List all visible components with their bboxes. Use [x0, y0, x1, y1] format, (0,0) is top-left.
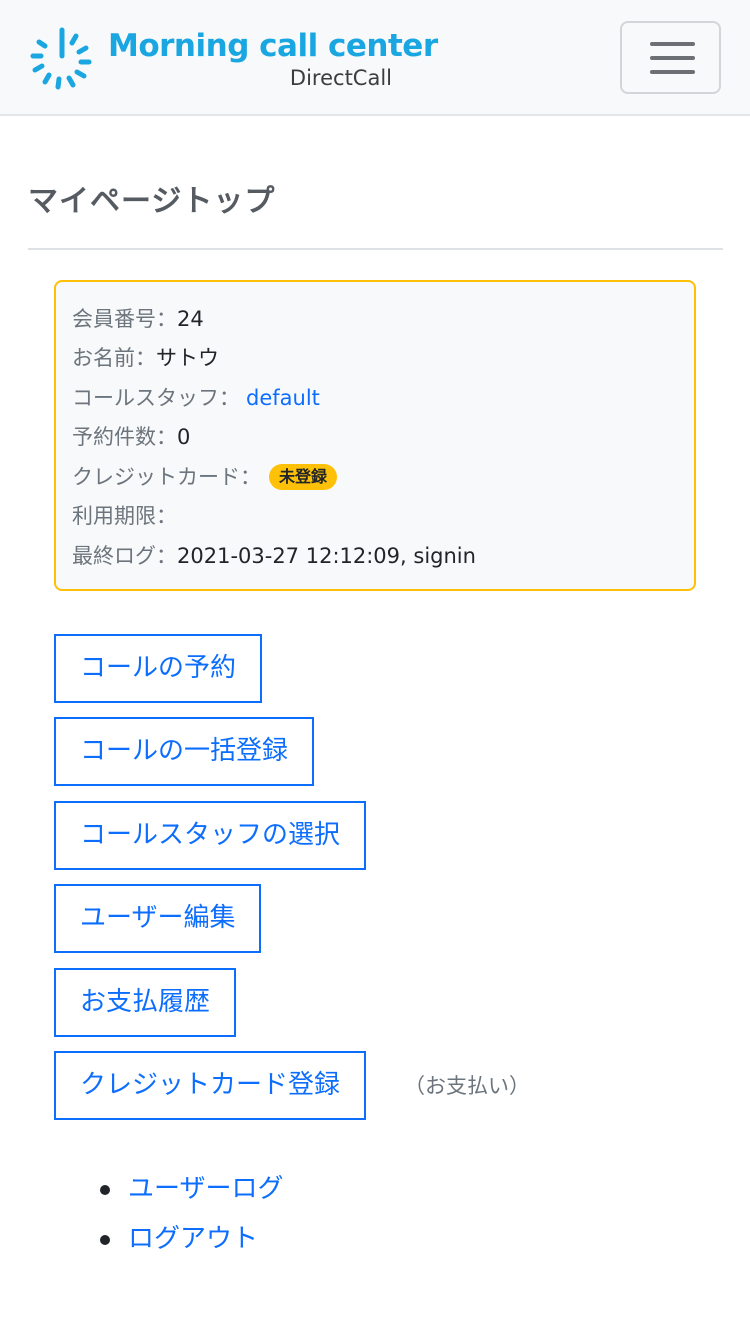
payment-history-button[interactable]: お支払履歴 — [54, 968, 237, 1037]
bullet-icon — [100, 1185, 110, 1195]
member-number-row: 会員番号：24 — [72, 304, 204, 334]
name-label: お名前： — [72, 346, 156, 370]
call-staff-row: コールスタッフ： default — [72, 383, 320, 413]
hamburger-menu-icon — [650, 42, 695, 46]
payment-note: （お支払い） — [404, 1074, 530, 1098]
logo-title: Morning call center — [108, 28, 438, 64]
account-info-card: 会員番号：24 お名前：サトウ コールスタッフ： default 予約件数：0 ク… — [54, 280, 696, 591]
card-status-badge: 未登録 — [269, 464, 338, 490]
name-value: サトウ — [156, 346, 219, 370]
reservation-count-value: 0 — [177, 425, 191, 449]
member-number-label: 会員番号： — [72, 307, 177, 331]
footer-links-list: ユーザーログ ログアウト — [100, 1166, 283, 1266]
title-divider — [28, 248, 723, 250]
bulk-register-call-button[interactable]: コールの一括登録 — [54, 717, 315, 786]
clock-sunburst-icon — [30, 27, 92, 90]
navbar: Morning call center DirectCall — [0, 0, 750, 116]
hamburger-bar — [650, 56, 695, 60]
list-item: ユーザーログ — [100, 1166, 283, 1216]
credit-card-label: クレジットカード： — [72, 465, 261, 489]
hamburger-bar — [650, 70, 695, 74]
page-title: マイページトップ — [28, 184, 276, 219]
reservation-count-label: 予約件数： — [72, 425, 177, 449]
brand-logo[interactable]: Morning call center DirectCall — [28, 24, 438, 94]
credit-card-row: クレジットカード： 未登録 — [72, 462, 338, 492]
menu-toggle-button[interactable] — [620, 21, 721, 94]
last-log-row: 最終ログ：2021-03-27 12:12:09, signin — [72, 541, 476, 571]
list-item: ログアウト — [100, 1216, 283, 1266]
last-log-label: 最終ログ： — [72, 544, 177, 568]
reservation-count-row: 予約件数：0 — [72, 422, 190, 452]
logout-link[interactable]: ログアウト — [128, 1224, 258, 1254]
logo-subtitle: DirectCall — [289, 66, 392, 90]
edit-user-button[interactable]: ユーザー編集 — [54, 884, 262, 953]
last-log-value: 2021-03-27 12:12:09, signin — [177, 544, 476, 568]
expiry-row: 利用期限： — [72, 501, 177, 531]
select-call-staff-button[interactable]: コールスタッフの選択 — [54, 801, 367, 870]
call-staff-label: コールスタッフ： — [72, 386, 240, 410]
expiry-label: 利用期限： — [72, 504, 177, 528]
call-staff-link[interactable]: default — [246, 386, 320, 410]
bullet-icon — [100, 1235, 110, 1245]
reserve-call-button[interactable]: コールの予約 — [54, 634, 263, 703]
member-number-value: 24 — [177, 307, 204, 331]
register-credit-card-button[interactable]: クレジットカード登録 — [54, 1051, 367, 1120]
name-row: お名前：サトウ — [72, 343, 219, 373]
user-log-link[interactable]: ユーザーログ — [128, 1174, 283, 1204]
